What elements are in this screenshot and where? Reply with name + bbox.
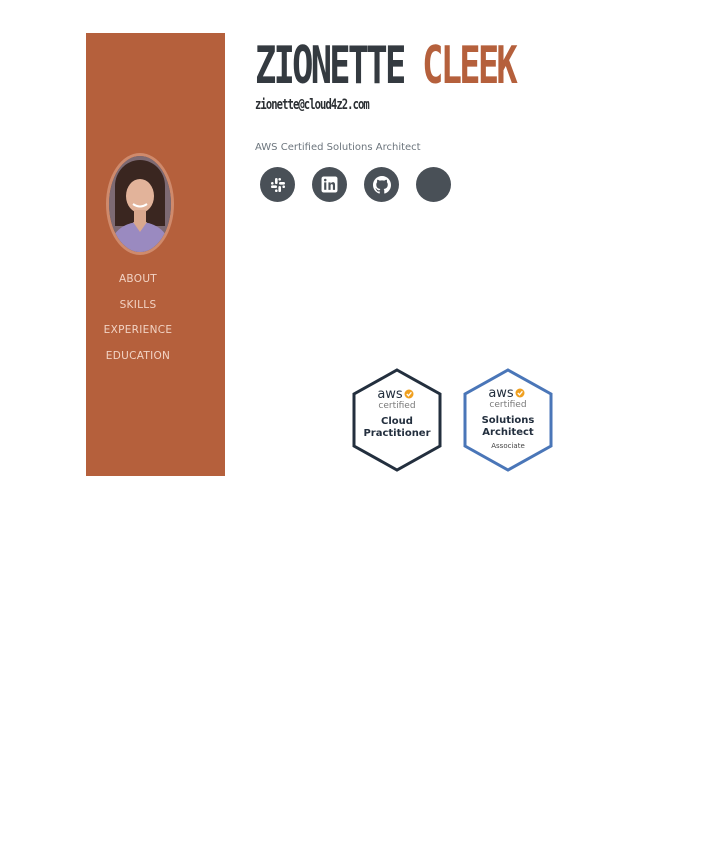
page-title: ZIONETTE CLEEK (255, 36, 518, 96)
github-icon (372, 175, 391, 194)
last-name: CLEEK (422, 36, 518, 96)
badge-title-line2: Architect (482, 427, 534, 438)
badge-brand: aws (488, 386, 514, 401)
nav-link-education[interactable]: EDUCATION (106, 350, 170, 362)
badge-cloud-practitioner: aws certified Cloud Practitioner (351, 368, 443, 476)
nav-link-skills[interactable]: SKILLS (120, 299, 157, 311)
nav-item-education: EDUCATION (86, 346, 190, 372)
nav-link-about[interactable]: ABOUT (119, 273, 157, 285)
sidebar: ABOUT SKILLS EXPERIENCE EDUCATION (86, 33, 225, 476)
sidebar-nav: ABOUT SKILLS EXPERIENCE EDUCATION (86, 269, 190, 371)
badge-level: Associate (491, 442, 525, 450)
extra-social-button[interactable] (416, 167, 451, 202)
badge-title-line2: Practitioner (363, 428, 430, 439)
profile-photo (109, 156, 171, 252)
badge-title-line1: Solutions (482, 415, 535, 426)
nav-item-skills: SKILLS (86, 295, 190, 321)
cloud-practitioner-badge-graphic: aws certified Cloud Practitioner (352, 368, 442, 472)
nav-item-about: ABOUT (86, 269, 190, 295)
subtitle: AWS Certified Solutions Architect (255, 142, 421, 153)
badge-solutions-architect: aws certified Solutions Architect Associ… (462, 368, 554, 476)
badge-certified-text: certified (489, 400, 526, 410)
email-address: zionette@cloud4z2.com (255, 97, 370, 113)
github-button[interactable] (364, 167, 399, 202)
badge-title-line1: Cloud (381, 416, 413, 427)
linkedin-icon (321, 176, 338, 193)
social-icons (260, 167, 451, 202)
solutions-architect-badge-graphic: aws certified Solutions Architect Associ… (463, 368, 553, 472)
slack-button[interactable] (260, 167, 295, 202)
badge-certified-text: certified (378, 401, 415, 411)
check-icon (515, 388, 525, 398)
nav-link-experience[interactable]: EXPERIENCE (104, 324, 173, 336)
nav-item-experience: EXPERIENCE (86, 320, 190, 346)
badge-brand: aws (377, 387, 403, 402)
check-icon (404, 389, 414, 399)
avatar (106, 153, 174, 255)
first-name: ZIONETTE (255, 36, 406, 96)
linkedin-button[interactable] (312, 167, 347, 202)
slack-icon (270, 177, 285, 192)
